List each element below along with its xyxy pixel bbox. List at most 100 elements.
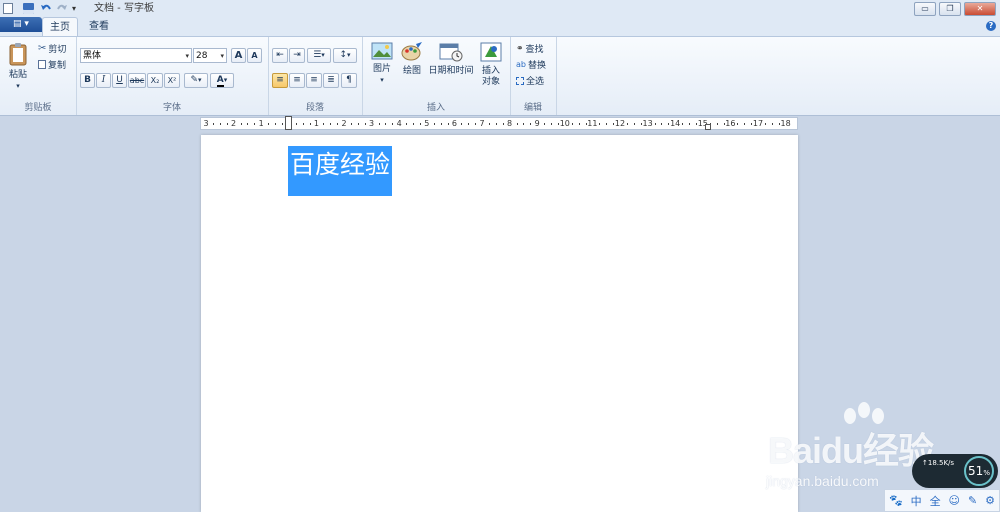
ruler-tick-mark: [716, 123, 718, 125]
select-all-button[interactable]: 全选: [516, 74, 544, 87]
superscript-button[interactable]: X²: [164, 73, 180, 88]
ime-handwrite-icon[interactable]: ✎: [968, 494, 977, 507]
selected-document-text[interactable]: 百度经验: [288, 146, 393, 196]
paste-dropdown-icon: ▾: [16, 82, 20, 90]
underline-button[interactable]: U: [112, 73, 127, 88]
subscript-button[interactable]: X₂: [147, 73, 163, 88]
chevron-down-icon: ▾: [220, 52, 224, 60]
ruler-tick-mark: [440, 123, 442, 125]
ruler-tick-label: 10: [559, 119, 570, 128]
right-indent-marker[interactable]: [705, 124, 711, 130]
ruler-tick-mark: [364, 123, 366, 125]
watermark-url: jingyan.baidu.com: [766, 473, 879, 489]
ribbon: 粘贴 ▾ ✂ 剪切 复制 剪贴板 黑体 ▾ 28 ▾ A A B I U abc…: [0, 36, 1000, 116]
paragraph-group: ⇤ ⇥ ☰▾ ↕▾ ≡ ≡ ≡ ≣ ¶ 段落: [268, 37, 363, 115]
app-menu-button[interactable]: ▤ ▾: [0, 17, 42, 32]
align-left-icon[interactable]: ≡: [272, 73, 288, 88]
tab-view[interactable]: 查看: [82, 17, 116, 36]
insert-picture-button[interactable]: 图片 ▾: [366, 42, 398, 86]
save-icon[interactable]: [23, 3, 34, 14]
insert-object-button[interactable]: 插入 对象: [476, 42, 506, 88]
ime-paw-icon[interactable]: 🐾: [889, 494, 903, 507]
ruler-tick-mark: [295, 123, 297, 125]
redo-icon[interactable]: [56, 3, 68, 14]
decrease-indent-icon[interactable]: ⇤: [272, 48, 288, 63]
insert-group-label: 插入: [426, 103, 445, 113]
align-center-icon[interactable]: ≡: [289, 73, 305, 88]
close-button[interactable]: ✕: [964, 2, 996, 16]
shrink-font-button[interactable]: A: [247, 48, 262, 63]
minimize-button[interactable]: ▭: [914, 2, 936, 16]
copy-button[interactable]: 复制: [38, 58, 66, 71]
find-button[interactable]: ⚭ 查找: [516, 42, 544, 56]
network-speed-widget[interactable]: ↑18.5K/s 51%: [912, 454, 998, 488]
clipboard-group: 粘贴 ▾ ✂ 剪切 复制 剪贴板: [0, 37, 77, 115]
clipboard-icon: [9, 43, 27, 66]
window-title: 文档 - 写字板: [94, 3, 154, 14]
ruler-tick-label: 6: [451, 119, 457, 128]
ruler-tick-label: 1: [258, 119, 264, 128]
restore-button[interactable]: ❐: [939, 2, 961, 16]
ruler-tick-mark: [744, 123, 746, 125]
ruler-tick-label: 16: [725, 119, 736, 128]
ruler-tick-mark: [357, 123, 359, 125]
paragraph-settings-icon[interactable]: ¶: [341, 73, 357, 88]
ruler-tick-mark: [309, 123, 311, 125]
help-icon[interactable]: ?: [986, 21, 996, 31]
chevron-down-icon: ▾: [380, 76, 384, 84]
select-all-label: 全选: [526, 77, 545, 87]
ime-settings-icon[interactable]: ⚙: [985, 494, 995, 507]
font-color-button[interactable]: A▾: [210, 73, 234, 88]
cut-button[interactable]: ✂ 剪切: [38, 42, 66, 55]
italic-button[interactable]: I: [96, 73, 111, 88]
tab-home[interactable]: 主页: [42, 17, 78, 37]
ruler-tick-mark: [378, 123, 380, 125]
select-all-icon: [516, 76, 524, 85]
ruler-tick-mark: [302, 123, 304, 125]
binoculars-icon: ⚭: [516, 43, 524, 54]
grow-font-button[interactable]: A: [231, 48, 246, 63]
usage-percent: 51%: [964, 456, 994, 486]
ruler-tick-mark: [523, 123, 525, 125]
ruler-tick-mark: [495, 123, 497, 125]
ruler-tick-label: 7: [479, 119, 485, 128]
ruler-tick-label: 18: [780, 119, 791, 128]
bullet-list-icon[interactable]: ☰▾: [307, 48, 331, 63]
insert-datetime-button[interactable]: 日期和时间: [428, 42, 474, 77]
ruler-tick-mark: [212, 123, 214, 125]
highlight-button[interactable]: ✎▾: [184, 73, 208, 88]
ruler-tick-mark: [571, 123, 573, 125]
paste-button[interactable]: 粘贴 ▾: [4, 42, 32, 92]
ime-emoji-icon[interactable]: ☺: [949, 494, 960, 507]
align-right-icon[interactable]: ≡: [306, 73, 322, 88]
font-size-select[interactable]: 28 ▾: [193, 48, 227, 63]
bold-button[interactable]: B: [80, 73, 95, 88]
paint-drawing-button[interactable]: 绘图: [398, 42, 426, 77]
horizontal-ruler[interactable]: 3211123456789101112131415161718: [200, 116, 798, 130]
ruler-tick-mark: [661, 123, 663, 125]
ruler-tick-label: 14: [670, 119, 681, 128]
font-group-label: 字体: [162, 103, 181, 113]
ruler-tick-label: 12: [614, 119, 626, 128]
ruler-tick-mark: [275, 123, 276, 125]
ime-chinese-mode[interactable]: 中: [911, 493, 922, 509]
justify-icon[interactable]: ≣: [323, 73, 339, 88]
ime-fullwidth-mode[interactable]: 全: [930, 493, 941, 509]
insert-object-label-1: 插入: [481, 66, 500, 76]
line-spacing-icon[interactable]: ↕▾: [333, 48, 357, 63]
watermark-logo: Baidu经验: [768, 430, 934, 471]
font-family-select[interactable]: 黑体 ▾: [80, 48, 192, 63]
undo-icon[interactable]: [40, 3, 52, 14]
ruler-tick-mark: [689, 123, 690, 125]
increase-indent-icon[interactable]: ⇥: [289, 48, 305, 63]
paste-label: 粘贴: [8, 70, 27, 80]
ruler-tick-mark: [544, 123, 546, 125]
strikethrough-button[interactable]: abc: [128, 73, 146, 88]
usage-percent-value: 51: [968, 464, 984, 478]
replace-button[interactable]: ab 替换: [516, 58, 546, 71]
ruler-tick-label: 1: [313, 119, 319, 128]
chevron-down-icon: ▾: [223, 76, 228, 84]
customize-icon[interactable]: ▾: [72, 4, 76, 13]
left-indent-marker[interactable]: [285, 116, 292, 130]
font-group: 黑体 ▾ 28 ▾ A A B I U abc X₂ X² ✎▾ A▾ 字体: [76, 37, 269, 115]
